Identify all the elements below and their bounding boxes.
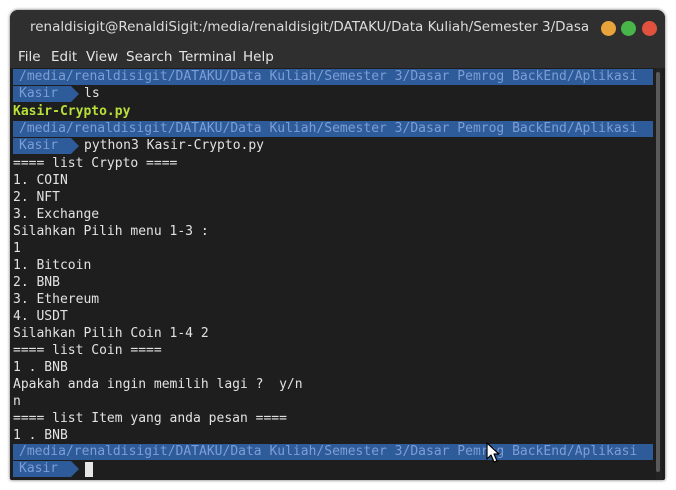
output-line: 2. NFT <box>13 190 60 205</box>
menu-search[interactable]: Search <box>126 49 172 65</box>
prompt-arrow-icon <box>71 461 79 477</box>
scrollbar[interactable] <box>656 68 662 480</box>
output-line: 1. Bitcoin <box>13 258 92 273</box>
output-line: 4. USDT <box>13 309 68 324</box>
prompt-label: Kasir <box>13 461 71 477</box>
output-line: Silahkan Pilih menu 1-3 : <box>13 224 209 239</box>
output-line: 1 <box>13 241 21 256</box>
menu-edit[interactable]: Edit <box>51 49 77 65</box>
mouse-pointer-icon <box>486 442 500 463</box>
output-line: ==== list Item yang anda pesan ==== <box>13 411 287 426</box>
output-line: ==== list Crypto ==== <box>13 156 178 171</box>
prompt-path: /media/renaldisigit/DATAKU/Data Kuliah/S… <box>13 444 653 460</box>
command-text: ls <box>84 86 100 101</box>
command-text: python3 Kasir-Crypto.py <box>84 138 265 153</box>
terminal-body[interactable]: /media/renaldisigit/DATAKU/Data Kuliah/S… <box>10 68 665 480</box>
title-bar[interactable]: renaldisigit@RenaldiSigit:/media/renaldi… <box>10 10 665 46</box>
output-line: 2. BNB <box>13 275 60 290</box>
scrollbar-thumb[interactable] <box>656 72 660 472</box>
output-line: 1 . BNB <box>13 360 68 375</box>
prompt-label: Kasir <box>13 86 71 102</box>
output-line: 3. Exchange <box>13 207 100 222</box>
output-line: 1. COIN <box>13 173 68 188</box>
text-cursor <box>85 462 93 477</box>
menu-view[interactable]: View <box>86 49 118 65</box>
ls-output: Kasir-Crypto.py <box>13 104 131 119</box>
prompt-arrow-icon <box>71 138 79 154</box>
terminal-window: renaldisigit@RenaldiSigit:/media/renaldi… <box>10 10 665 480</box>
output-line: n <box>13 394 21 409</box>
prompt-path: /media/renaldisigit/DATAKU/Data Kuliah/S… <box>13 69 653 85</box>
prompt-label: Kasir <box>13 138 71 154</box>
menu-help[interactable]: Help <box>243 49 274 65</box>
output-line: Apakah anda ingin memilih lagi ? y/n <box>13 377 303 392</box>
menu-terminal[interactable]: Terminal <box>179 49 236 65</box>
output-line: Silahkan Pilih Coin 1-4 2 <box>13 326 209 341</box>
menu-file[interactable]: File <box>18 49 41 65</box>
minimize-button[interactable] <box>601 21 616 36</box>
prompt-path: /media/renaldisigit/DATAKU/Data Kuliah/S… <box>13 121 653 137</box>
close-button[interactable] <box>642 21 657 36</box>
window-title: renaldisigit@RenaldiSigit:/media/renaldi… <box>30 19 590 35</box>
output-line: ==== list Coin ==== <box>13 343 162 358</box>
output-line: 3. Ethereum <box>13 292 100 307</box>
maximize-button[interactable] <box>621 21 636 36</box>
menu-bar: File Edit View Search Terminal Help <box>10 46 665 68</box>
output-line: 1 . BNB <box>13 428 68 443</box>
prompt-arrow-icon <box>71 86 79 102</box>
